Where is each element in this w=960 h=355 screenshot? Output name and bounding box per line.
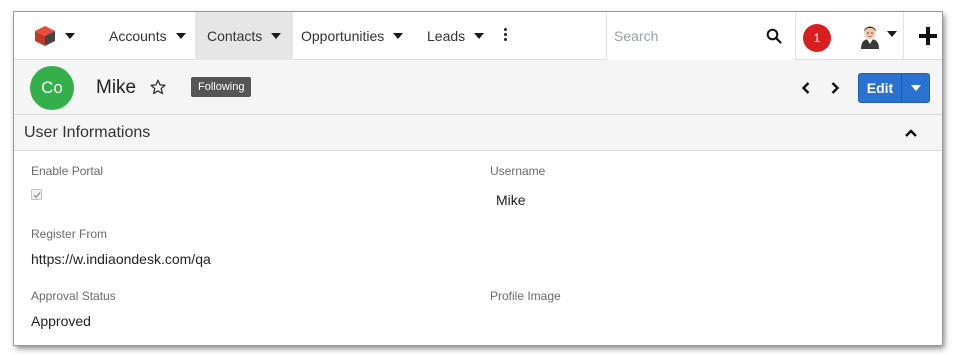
top-navbar: Accounts Contacts Opportunities Leads 1 xyxy=(14,12,942,60)
edit-button[interactable]: Edit xyxy=(859,74,902,102)
nav-item-label: Contacts xyxy=(207,28,263,44)
plus-icon[interactable] xyxy=(919,27,937,45)
nav-item-leads[interactable]: Leads xyxy=(415,12,496,60)
register-from-value: https://w.indiaondesk.com/qa xyxy=(31,251,211,267)
edit-button-group: Edit xyxy=(858,73,930,103)
following-badge[interactable]: Following xyxy=(191,77,252,97)
record-avatar: Co xyxy=(30,66,74,110)
app-window: Accounts Contacts Opportunities Leads 1 xyxy=(14,12,942,345)
record-name: Mike xyxy=(96,77,137,98)
nav-divider xyxy=(903,12,904,60)
cube-logo-icon[interactable] xyxy=(34,25,56,47)
user-avatar[interactable] xyxy=(856,22,884,50)
star-icon[interactable] xyxy=(150,79,166,95)
chevron-down-icon xyxy=(393,33,404,39)
nav-item-opportunities[interactable]: Opportunities xyxy=(289,12,415,60)
nav-item-contacts[interactable]: Contacts xyxy=(195,12,294,60)
register-from-label: Register From xyxy=(31,227,108,241)
enable-portal-checkbox xyxy=(31,189,42,200)
chevron-down-icon xyxy=(910,85,921,91)
notification-badge[interactable]: 1 xyxy=(803,24,831,52)
nav-item-label: Opportunities xyxy=(301,28,385,44)
profile-image-label: Profile Image xyxy=(490,289,561,303)
nav-item-label: Leads xyxy=(427,28,466,44)
edit-dropdown-button[interactable] xyxy=(902,74,929,102)
approval-status-value: Approved xyxy=(31,313,91,329)
search-input[interactable] xyxy=(607,12,757,60)
panel-body: Enable Portal Username Mike Register Fro… xyxy=(14,151,942,345)
search-bar xyxy=(606,12,796,60)
more-vertical-icon[interactable] xyxy=(503,27,509,45)
user-menu-caret-icon[interactable] xyxy=(887,31,897,37)
chevron-down-icon xyxy=(271,33,282,39)
panel-header[interactable]: User Informations xyxy=(14,115,942,151)
nav-item-label: Accounts xyxy=(109,28,167,44)
logo-menu-caret-icon[interactable] xyxy=(65,33,75,39)
username-value: Mike xyxy=(496,192,526,208)
enable-portal-label: Enable Portal xyxy=(31,164,104,178)
chevron-up-icon[interactable] xyxy=(904,128,918,138)
record-header: Co Mike Following Edit xyxy=(14,60,942,115)
approval-status-label: Approval Status xyxy=(31,289,116,303)
nav-item-accounts[interactable]: Accounts xyxy=(97,12,198,60)
search-icon[interactable] xyxy=(766,28,782,44)
chevron-down-icon xyxy=(175,33,186,39)
username-label: Username xyxy=(490,164,546,178)
chevron-down-icon xyxy=(474,33,485,39)
chevron-right-icon[interactable] xyxy=(830,81,840,95)
panel-title: User Informations xyxy=(24,124,151,141)
chevron-left-icon[interactable] xyxy=(801,81,811,95)
